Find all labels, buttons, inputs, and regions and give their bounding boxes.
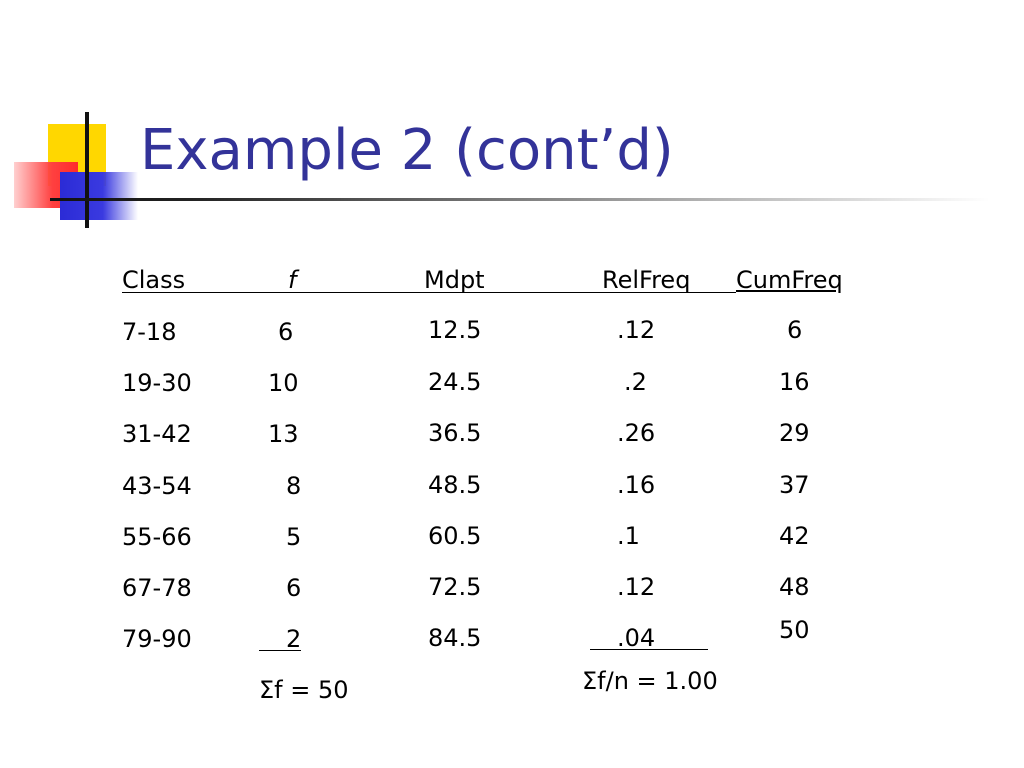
cell-cumfreq: 16	[779, 368, 810, 396]
cell-class: 55-66	[122, 523, 192, 551]
header-class: Class	[122, 266, 186, 294]
cell-class: 31-42	[122, 420, 192, 448]
cell-f: 2	[286, 625, 302, 653]
cell-class: 79-90	[122, 625, 192, 653]
cell-class: 19-30	[122, 369, 192, 397]
slide-title: Example 2 (cont’d)	[140, 118, 674, 183]
header-relfreq: RelFreq	[602, 266, 691, 294]
cell-relfreq: .12	[617, 573, 656, 601]
cell-class: 67-78	[122, 574, 192, 602]
cell-mdpt: 60.5	[428, 522, 482, 550]
cell-cumfreq: 37	[779, 471, 810, 499]
cell-f: 6	[278, 318, 294, 346]
blue-square-decoration	[60, 172, 138, 220]
cell-mdpt: 72.5	[428, 573, 482, 601]
cell-relfreq: .26	[617, 419, 656, 447]
cell-class: 43-54	[122, 472, 192, 500]
vertical-line-decoration	[85, 112, 89, 228]
cell-mdpt: 84.5	[428, 624, 482, 652]
cell-cumfreq: 6	[787, 316, 803, 344]
cell-mdpt: 48.5	[428, 471, 482, 499]
cell-mdpt: 36.5	[428, 419, 482, 447]
header-mdpt: Mdpt	[424, 266, 485, 294]
sum-f-total: Σf = 50	[259, 676, 349, 704]
cell-f: 5	[286, 523, 302, 551]
title-underline-rule	[50, 198, 990, 201]
cell-f: 13	[268, 420, 299, 448]
cell-relfreq: .16	[617, 471, 656, 499]
f-column-total-rule	[259, 650, 301, 651]
cell-f: 8	[286, 472, 302, 500]
cell-f: 10	[268, 369, 299, 397]
cell-f: 6	[286, 574, 302, 602]
cell-mdpt: 12.5	[428, 316, 482, 344]
header-cumfreq: CumFreq	[736, 266, 843, 294]
cell-relfreq: .04	[617, 624, 656, 652]
sum-relfreq-total: Σf/n = 1.00	[582, 667, 718, 695]
cell-cumfreq: 42	[779, 522, 810, 550]
cell-relfreq: .2	[624, 368, 647, 396]
cell-cumfreq: 29	[779, 419, 810, 447]
cell-relfreq: .12	[617, 316, 656, 344]
cell-cumfreq: 48	[779, 573, 810, 601]
header-f: f	[288, 266, 297, 294]
cell-relfreq: .1	[617, 522, 640, 550]
header-underline	[122, 292, 736, 293]
cell-class: 7-18	[122, 318, 177, 346]
relfreq-column-total-rule	[590, 649, 708, 650]
cell-mdpt: 24.5	[428, 368, 482, 396]
cell-cumfreq: 50	[779, 616, 810, 644]
